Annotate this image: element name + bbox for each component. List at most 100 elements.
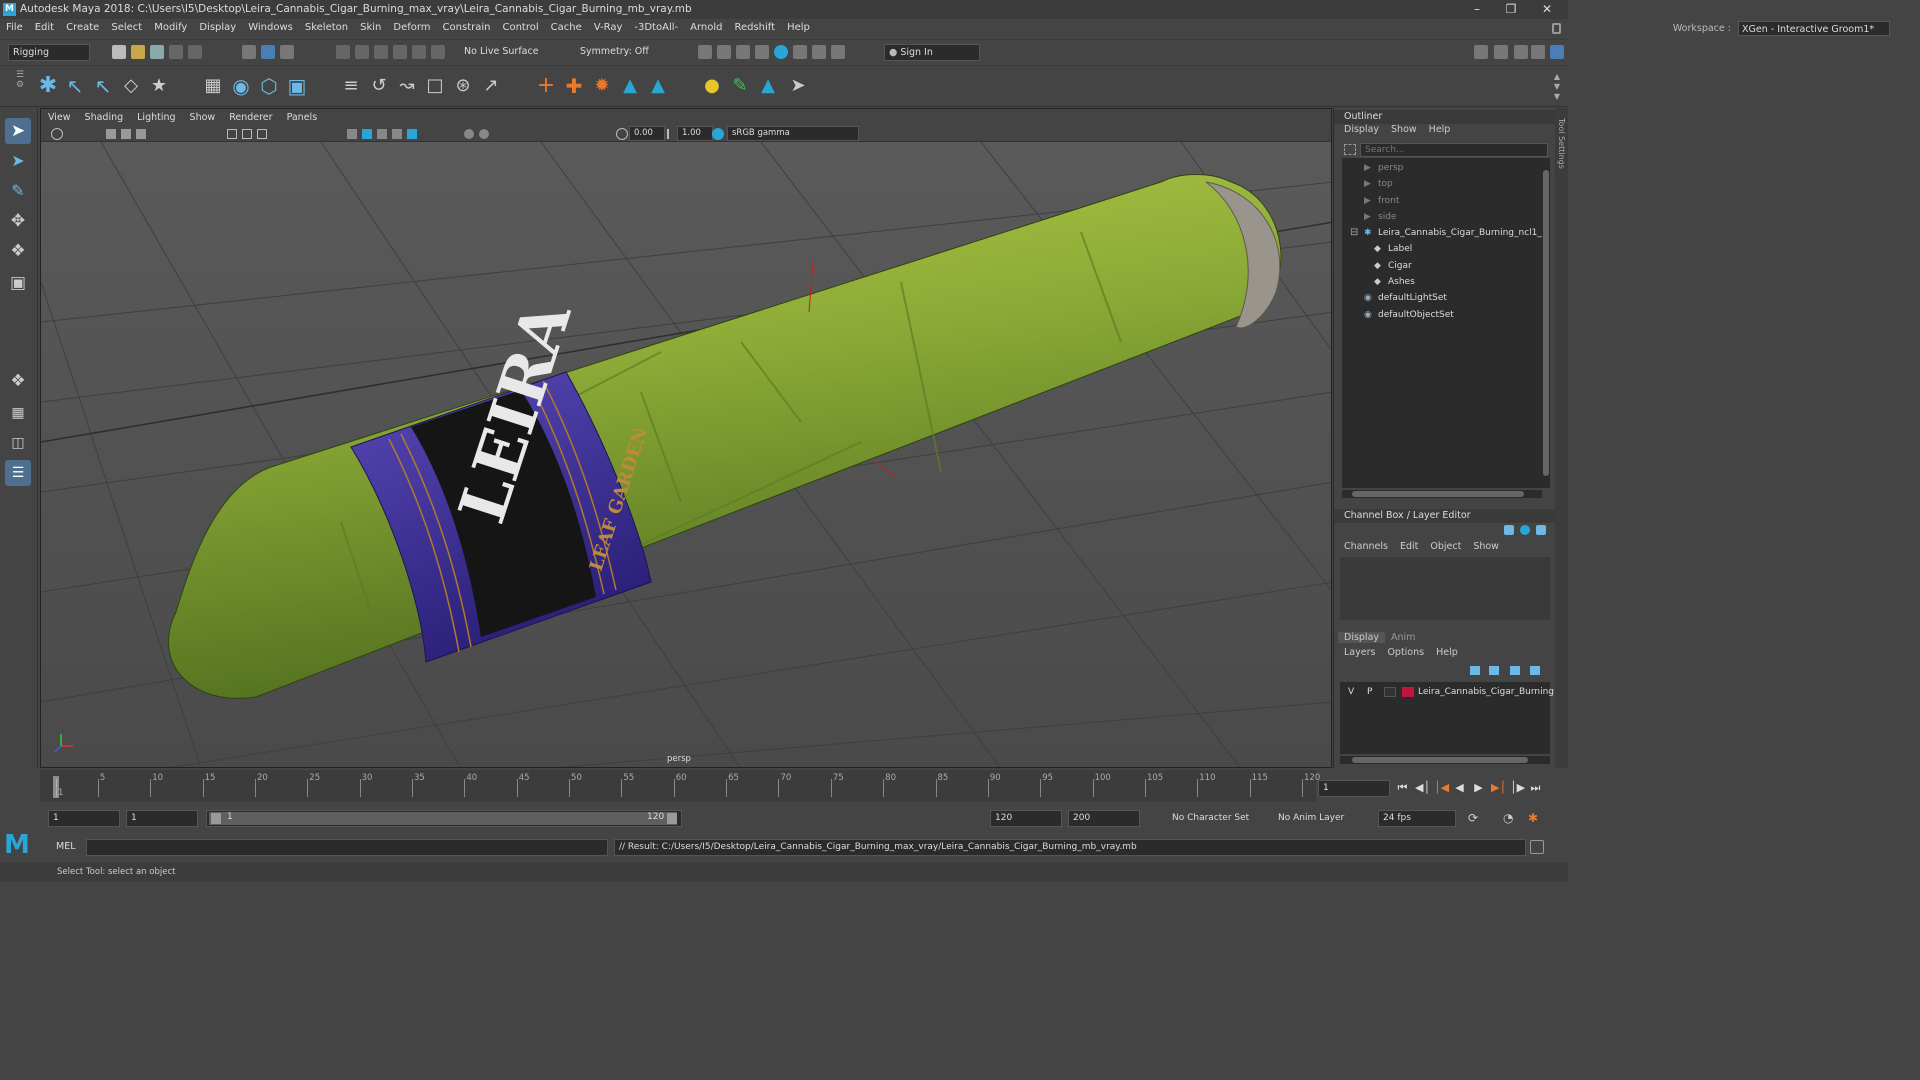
outliner-menu-help[interactable]: Help bbox=[1423, 124, 1457, 135]
outliner-menu-display[interactable]: Display bbox=[1338, 124, 1385, 135]
save-scene-icon[interactable] bbox=[150, 45, 164, 59]
viewport-3d-scene[interactable]: LEIRA LEAF GARDEN bbox=[41, 142, 1332, 768]
channel-box-icon-2[interactable] bbox=[1520, 525, 1530, 535]
new-layer-selected-icon[interactable] bbox=[1530, 666, 1540, 675]
mirror-joint-icon[interactable]: ◇ bbox=[119, 74, 143, 98]
textured-icon[interactable] bbox=[392, 129, 402, 139]
outliner-item[interactable]: ▶ top bbox=[1342, 176, 1542, 192]
current-frame-field[interactable]: 1 bbox=[1318, 780, 1390, 797]
channel-box-menu-object[interactable]: Object bbox=[1424, 541, 1467, 552]
character-set-dropdown[interactable]: No Character Set bbox=[1172, 810, 1262, 827]
outliner-item[interactable]: ◆ Label bbox=[1342, 241, 1542, 257]
lock-icon[interactable] bbox=[1552, 23, 1561, 34]
blend-shape-icon[interactable]: ✹ bbox=[590, 74, 614, 98]
menu-modify[interactable]: Modify bbox=[148, 19, 193, 37]
outliner-search-input[interactable] bbox=[1360, 143, 1548, 157]
paint-select-icon[interactable]: ✎ bbox=[5, 178, 31, 204]
layer-hscroll-thumb[interactable] bbox=[1352, 757, 1528, 763]
menu-3dtoall[interactable]: -3DtoAll- bbox=[628, 19, 684, 37]
tool-settings-icon[interactable] bbox=[1514, 45, 1528, 59]
range-slider-thumb[interactable] bbox=[209, 812, 677, 825]
channel-box-icon-1[interactable] bbox=[1504, 525, 1514, 535]
live-surface-field[interactable]: No Live Surface bbox=[460, 44, 542, 61]
resolution-gate-icon[interactable] bbox=[257, 129, 267, 139]
select-hierarchy-icon[interactable] bbox=[242, 45, 256, 59]
animation-start-field[interactable]: 1 bbox=[48, 810, 120, 827]
ik-handle-icon[interactable]: ↖ bbox=[63, 74, 87, 98]
rotate-tool-icon[interactable]: ❖ bbox=[5, 238, 31, 264]
bookmark-icon[interactable] bbox=[121, 129, 131, 139]
render-view-icon[interactable] bbox=[698, 45, 712, 59]
pin-tool-icon[interactable]: ➤ bbox=[786, 74, 810, 98]
snap-vertex-icon[interactable] bbox=[431, 45, 445, 59]
scale-tool-icon[interactable]: ▣ bbox=[5, 270, 31, 296]
snap-surface-icon[interactable] bbox=[412, 45, 426, 59]
fps-dropdown[interactable]: 24 fps bbox=[1378, 810, 1456, 827]
viewport-panel[interactable]: View Shading Lighting Show Renderer Panels 0.… bbox=[40, 108, 1332, 768]
snap-view-icon[interactable] bbox=[393, 45, 407, 59]
menu-arnold[interactable]: Arnold bbox=[684, 19, 728, 37]
two-pane-layout-icon[interactable]: ◫ bbox=[5, 430, 31, 456]
shelf-scroll-icon[interactable]: ▲ ▼ ▼ bbox=[1552, 72, 1562, 102]
workspace-dropdown[interactable]: XGen - Interactive Groom1* bbox=[1738, 21, 1890, 36]
ik-spline-icon[interactable]: ↖ bbox=[91, 74, 115, 98]
snap-curve-icon[interactable] bbox=[355, 45, 369, 59]
layer-color-swatch[interactable] bbox=[1402, 687, 1414, 697]
sign-in-dropdown[interactable]: ● Sign In bbox=[884, 44, 980, 61]
symmetry-field[interactable]: Symmetry: Off bbox=[576, 44, 658, 61]
vray-ipr-icon[interactable] bbox=[812, 45, 826, 59]
move-tool-icon[interactable]: ✥ bbox=[5, 208, 31, 234]
new-layer-icon[interactable] bbox=[1510, 666, 1520, 675]
set-key-icon[interactable]: ● bbox=[700, 74, 724, 98]
modeling-toolkit-icon[interactable] bbox=[1474, 45, 1488, 59]
outliner-vscroll[interactable] bbox=[1542, 158, 1550, 488]
outliner-menu-show[interactable]: Show bbox=[1385, 124, 1423, 135]
viewport-menu-lighting[interactable]: Lighting bbox=[130, 109, 182, 126]
maximize-button[interactable]: ❐ bbox=[1494, 0, 1528, 19]
arnold-render-icon[interactable]: ▲ bbox=[618, 74, 642, 98]
vray-render-icon[interactable] bbox=[793, 45, 807, 59]
menu-create[interactable]: Create bbox=[60, 19, 105, 37]
humanik-icon[interactable]: ★ bbox=[147, 74, 171, 98]
wireframe-on-shaded-icon[interactable] bbox=[377, 129, 387, 139]
undo-icon[interactable] bbox=[169, 45, 183, 59]
layer-row[interactable]: V P Leira_Cannabis_Cigar_Burning bbox=[1340, 684, 1554, 700]
smooth-shade-icon[interactable] bbox=[362, 129, 372, 139]
channel-box-icon-3[interactable] bbox=[1536, 525, 1546, 535]
redo-icon[interactable] bbox=[188, 45, 202, 59]
pole-vector-icon[interactable]: ↗ bbox=[479, 74, 503, 98]
menu-skin[interactable]: Skin bbox=[354, 19, 387, 37]
outliner-layout-icon[interactable]: ☰ bbox=[5, 460, 31, 486]
joint-tool-icon[interactable]: ✱ bbox=[36, 74, 60, 98]
command-input[interactable] bbox=[86, 839, 608, 856]
menu-set-dropdown[interactable]: Rigging bbox=[8, 44, 90, 61]
bind-skin-icon[interactable]: ▦ bbox=[201, 74, 225, 98]
gamma-field[interactable]: 1.00 bbox=[677, 126, 713, 141]
range-slider-end-handle[interactable] bbox=[667, 813, 677, 824]
step-forward-frame-button[interactable]: │▶ bbox=[1510, 781, 1525, 794]
animation-end-field[interactable]: 200 bbox=[1068, 810, 1140, 827]
menu-control[interactable]: Control bbox=[496, 19, 544, 37]
point-constraint-icon[interactable]: ↺ bbox=[367, 74, 391, 98]
time-slider[interactable]: 1 5 10 15 20 25 30 35 40 45 50 55 60 65 70 75 80 85 90 95 10… bbox=[40, 770, 1320, 802]
channel-box-toggle-icon[interactable] bbox=[1531, 45, 1545, 59]
expand-collapse-icon[interactable]: ⊟ bbox=[1350, 225, 1358, 241]
script-language-toggle[interactable]: MEL bbox=[56, 841, 76, 852]
parent-constraint-icon[interactable]: ≡ bbox=[339, 74, 363, 98]
ambient-occlusion-icon[interactable] bbox=[479, 129, 489, 139]
film-gate-icon[interactable] bbox=[242, 129, 252, 139]
outliner-item[interactable]: ◆ Cigar bbox=[1342, 258, 1542, 274]
outliner-hscroll[interactable] bbox=[1342, 490, 1542, 498]
menu-help[interactable]: Help bbox=[781, 19, 816, 37]
menu-file[interactable]: File bbox=[0, 19, 29, 37]
layer-menu-layers[interactable]: Layers bbox=[1338, 647, 1381, 658]
arnold-light-icon[interactable]: ▲ bbox=[646, 74, 670, 98]
select-object-icon[interactable] bbox=[261, 45, 275, 59]
layer-menu-options[interactable]: Options bbox=[1381, 647, 1430, 658]
paint-weights-icon[interactable]: ◉ bbox=[229, 74, 253, 98]
attribute-editor-icon[interactable] bbox=[1494, 45, 1508, 59]
menu-select[interactable]: Select bbox=[105, 19, 148, 37]
outliner-hscroll-thumb[interactable] bbox=[1352, 491, 1524, 497]
outliner-item[interactable]: ◉ defaultLightSet bbox=[1342, 290, 1542, 306]
move-layer-down-icon[interactable] bbox=[1489, 666, 1499, 675]
